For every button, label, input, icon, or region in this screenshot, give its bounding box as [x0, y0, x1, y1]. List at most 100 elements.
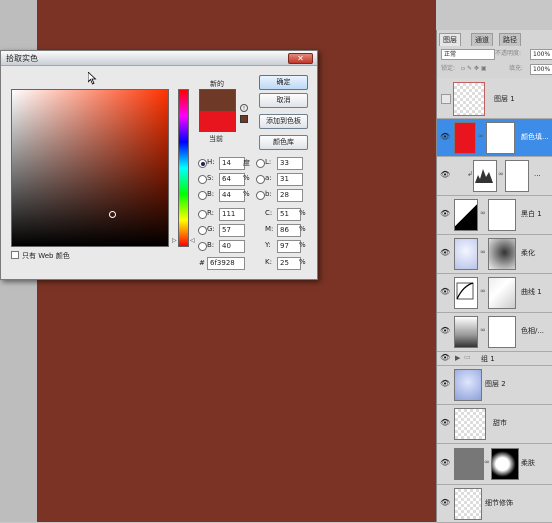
only-web-colors-checkbox[interactable]	[11, 251, 19, 259]
layer-row[interactable]: 👁 图层 2	[437, 366, 552, 405]
blend-mode-select[interactable]: 正常	[441, 49, 495, 60]
layer-row[interactable]: 👁 ∞ 颜色填...	[437, 119, 552, 157]
hue-input[interactable]: 14	[219, 157, 245, 170]
color-field[interactable]	[11, 89, 169, 247]
layer-row[interactable]: 👁 ↲ ∞ ...	[437, 157, 552, 196]
hue-slider-left-arrow-icon[interactable]: ▷	[172, 237, 177, 244]
yellow-unit: %	[299, 241, 306, 249]
tab-layers[interactable]: 图层	[439, 33, 461, 46]
lab-b-input[interactable]: 28	[277, 189, 303, 202]
hue-radio[interactable]	[198, 159, 207, 168]
group-name: 组 1	[481, 355, 495, 363]
green-radio[interactable]	[198, 226, 207, 235]
magenta-input[interactable]: 86	[277, 224, 301, 237]
link-icon[interactable]: ∞	[478, 132, 484, 140]
layer-row[interactable]: 图层 1	[437, 78, 552, 119]
cyan-unit: %	[299, 209, 306, 217]
close-icon[interactable]: ✕	[288, 53, 313, 64]
link-icon[interactable]: ∞	[498, 170, 504, 178]
layer-row[interactable]: 👁 ∞ 柔肤	[437, 444, 552, 485]
out-of-gamut-warning-icon[interactable]: !	[240, 104, 248, 112]
mask-thumbnail	[488, 199, 516, 231]
color-libraries-button[interactable]: 颜色库	[259, 135, 308, 150]
layer-row[interactable]: 👁 ∞ 曲线 1	[437, 274, 552, 313]
lab-l-label: L:	[265, 158, 272, 166]
brightness-radio[interactable]	[198, 191, 207, 200]
eye-icon[interactable]: 👁	[440, 458, 450, 467]
yellow-label: Y:	[265, 241, 271, 249]
hue-slider[interactable]	[178, 89, 189, 247]
layer-thumbnail	[454, 369, 482, 401]
lab-a-radio[interactable]	[256, 175, 265, 184]
cyan-input[interactable]: 51	[277, 208, 301, 221]
hex-input[interactable]: 6f3928	[207, 257, 245, 270]
red-label: R:	[207, 209, 215, 217]
eye-icon[interactable]: 👁	[440, 379, 450, 388]
black-input[interactable]: 25	[277, 257, 301, 270]
link-icon[interactable]: ∞	[480, 287, 486, 295]
mask-thumbnail	[488, 316, 516, 348]
panel-tabs: 图层 通道 路径	[437, 33, 552, 46]
blue-input[interactable]: 40	[219, 240, 245, 253]
dialog-titlebar[interactable]: 拾取实色 ✕	[1, 51, 317, 66]
eye-icon[interactable]: 👁	[440, 170, 450, 179]
visibility-toggle[interactable]	[441, 94, 451, 104]
link-icon[interactable]: ∞	[480, 248, 486, 256]
green-input[interactable]: 57	[219, 224, 245, 237]
link-icon[interactable]: ∞	[480, 326, 486, 334]
saturation-radio[interactable]	[198, 175, 207, 184]
lab-a-label: a:	[265, 174, 272, 182]
cancel-button[interactable]: 取消	[259, 93, 308, 108]
layer-row[interactable]: 👁 细节修饰	[437, 485, 552, 523]
link-icon[interactable]: ∞	[480, 209, 486, 217]
layer-group-row[interactable]: 👁 ▶ ▭ 组 1	[437, 352, 552, 366]
eye-icon[interactable]: 👁	[440, 248, 450, 257]
hue-slider-right-arrow-icon[interactable]: ◁	[190, 237, 195, 244]
layer-thumbnail	[454, 448, 484, 480]
fill-input[interactable]: 100%	[530, 64, 552, 75]
add-to-swatches-button[interactable]: 添加到色板	[259, 114, 308, 129]
lab-a-input[interactable]: 31	[277, 173, 303, 186]
layer-thumbnail	[454, 488, 482, 520]
brightness-label: B:	[207, 190, 215, 198]
lab-l-input[interactable]: 33	[277, 157, 303, 170]
new-color-label: 新的	[210, 80, 224, 88]
brightness-input[interactable]: 44	[219, 189, 245, 202]
lab-l-radio[interactable]	[256, 159, 265, 168]
mask-thumbnail	[505, 160, 529, 192]
yellow-input[interactable]: 97	[277, 240, 301, 253]
blue-radio[interactable]	[198, 242, 207, 251]
eye-icon[interactable]: 👁	[440, 326, 450, 335]
current-color-swatch[interactable]	[199, 111, 236, 132]
saturation-label: S:	[207, 174, 214, 182]
tab-paths[interactable]: 路径	[499, 33, 521, 46]
lab-b-radio[interactable]	[256, 191, 265, 200]
ok-button[interactable]: 确定	[259, 75, 308, 90]
eye-icon[interactable]: 👁	[440, 418, 450, 427]
saturation-input[interactable]: 64	[219, 173, 245, 186]
eye-icon[interactable]: 👁	[440, 132, 450, 141]
eye-icon[interactable]: 👁	[440, 498, 450, 507]
cyan-label: C:	[265, 209, 273, 217]
green-label: G:	[207, 225, 215, 233]
eye-icon[interactable]: 👁	[440, 209, 450, 218]
eye-icon[interactable]: 👁	[440, 287, 450, 296]
eye-icon[interactable]: 👁	[440, 353, 450, 362]
layer-row[interactable]: 👁 ∞ 色相/...	[437, 313, 552, 352]
layer-row[interactable]: 👁 ∞ 黑白 1	[437, 196, 552, 235]
layer-row[interactable]: 👁 甜市	[437, 405, 552, 444]
tab-channels[interactable]: 通道	[471, 33, 493, 46]
opacity-input[interactable]: 100%	[530, 49, 552, 60]
red-input[interactable]: 111	[219, 208, 245, 221]
red-radio[interactable]	[198, 210, 207, 219]
lock-label: 锁定:	[441, 65, 456, 72]
layer-name: 图层 2	[485, 380, 506, 388]
web-safe-swatch[interactable]	[240, 115, 248, 123]
link-icon[interactable]: ∞	[484, 458, 490, 466]
color-field-marker[interactable]	[109, 211, 116, 218]
expand-triangle-icon[interactable]: ▶	[455, 354, 460, 362]
layer-row[interactable]: 👁 ∞ 柔化	[437, 235, 552, 274]
blend-opacity-row: 正常 不透明度: 100%	[437, 47, 552, 60]
fill-label: 填充:	[509, 65, 524, 72]
lock-icons[interactable]: ▫ ✎ ✥ ▣	[461, 62, 487, 75]
